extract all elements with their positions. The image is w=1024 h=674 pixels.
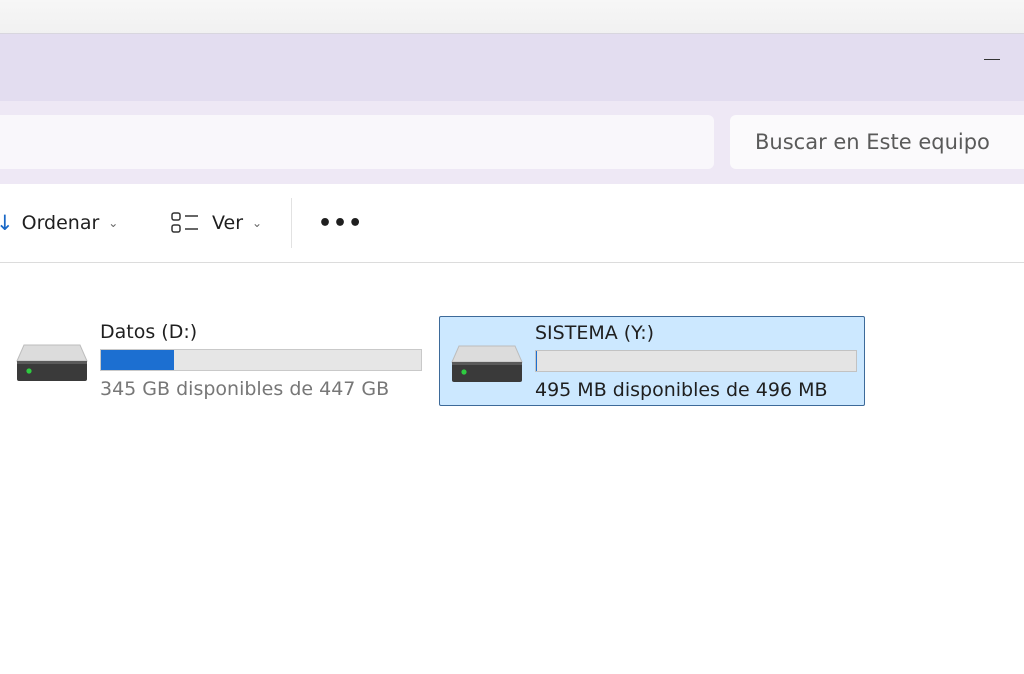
minimize-icon: [984, 58, 1000, 60]
command-bar: ↓ Ordenar ⌄ Ver ⌄ •••: [0, 184, 1024, 263]
drive-item-datos[interactable]: Datos (D:) 345 GB disponibles de 447 GB: [0, 316, 426, 406]
drive-usage-fill: [101, 350, 174, 370]
title-bar: [0, 34, 1024, 101]
address-input[interactable]: [0, 115, 714, 169]
drive-usage-bar: [100, 349, 422, 371]
view-layout-icon: [171, 212, 198, 233]
drives-area: Datos (D:) 345 GB disponibles de 447 GB …: [0, 263, 1024, 674]
top-strip: [0, 0, 1024, 34]
search-input[interactable]: Buscar en Este equipo: [730, 115, 1024, 169]
sort-button[interactable]: ↓ Ordenar ⌄: [0, 198, 118, 248]
hard-drive-icon: [451, 345, 523, 382]
drive-space-info: 345 GB disponibles de 447 GB: [100, 378, 390, 400]
drive-space-info: 495 MB disponibles de 496 MB: [535, 379, 828, 401]
view-button[interactable]: Ver ⌄: [170, 198, 262, 248]
drive-name: Datos (D:): [100, 321, 198, 343]
search-placeholder: Buscar en Este equipo: [755, 130, 990, 154]
drive-usage-bar: [535, 350, 857, 372]
drive-name: SISTEMA (Y:): [535, 322, 655, 344]
hard-drive-icon: [16, 344, 88, 381]
minimize-button[interactable]: [981, 50, 1003, 68]
chevron-down-icon: ⌄: [252, 216, 263, 230]
sort-label: Ordenar: [21, 212, 100, 234]
view-label: Ver: [212, 212, 244, 234]
address-bar-area: Buscar en Este equipo: [0, 101, 1024, 185]
chevron-down-icon: ⌄: [108, 216, 119, 230]
sort-down-arrow-icon: ↓: [0, 211, 14, 235]
toolbar-divider: [291, 198, 292, 248]
more-options-button[interactable]: •••: [318, 198, 363, 248]
file-explorer-window: Buscar en Este equipo ↓ Ordenar ⌄ Ver ⌄ …: [0, 34, 1024, 674]
more-icon: •••: [318, 210, 364, 236]
drive-usage-fill: [536, 351, 537, 371]
drive-item-sistema[interactable]: SISTEMA (Y:) 495 MB disponibles de 496 M…: [439, 316, 865, 406]
